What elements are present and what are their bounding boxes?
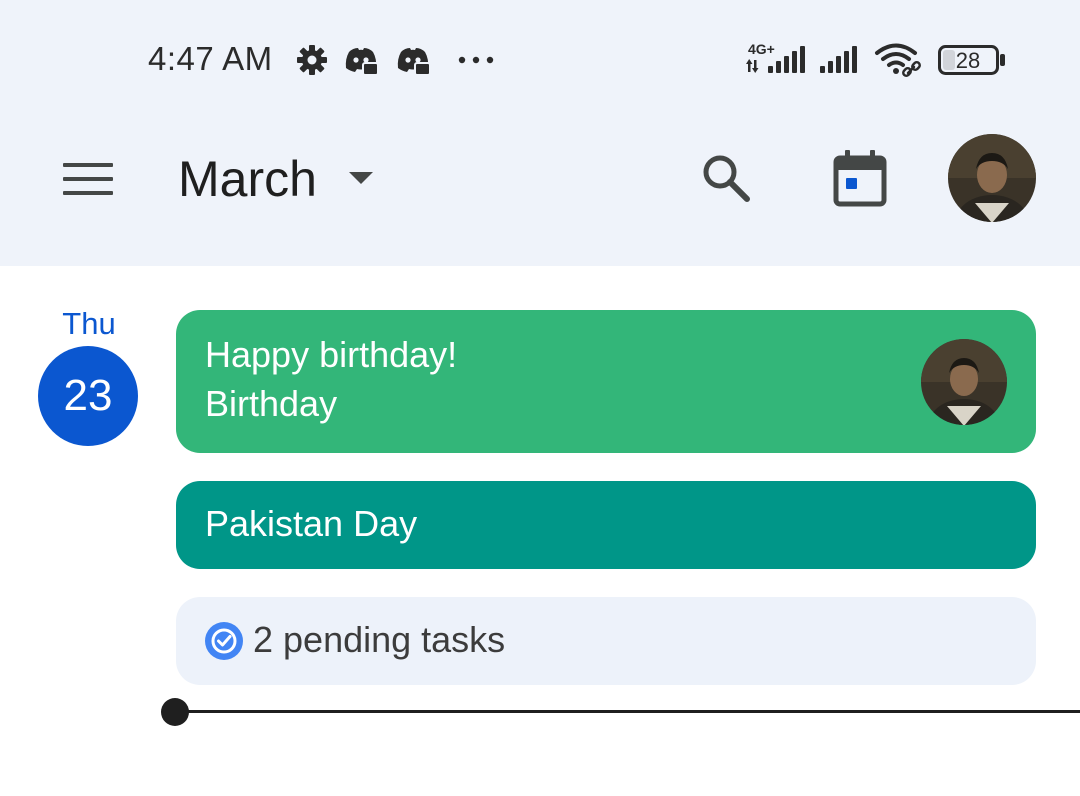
discord-icon <box>397 48 431 76</box>
current-time-line <box>176 710 1080 713</box>
day-date[interactable]: 23 <box>38 346 138 446</box>
wifi-icon <box>875 43 921 77</box>
avatar[interactable] <box>947 133 1037 223</box>
more-icon <box>458 56 494 64</box>
month-selector[interactable]: March <box>178 150 317 208</box>
avatar <box>921 339 1007 425</box>
event-card-pakistan-day[interactable]: Pakistan Day <box>176 481 1036 569</box>
status-time: 4:47 AM <box>148 40 273 77</box>
battery-level: 28 <box>955 48 981 73</box>
pending-tasks-label: 2 pending tasks <box>253 619 506 660</box>
event-title: Happy birthday! <box>205 334 458 375</box>
search-icon[interactable] <box>700 152 752 204</box>
menu-icon[interactable] <box>60 160 116 200</box>
signal-icon <box>820 46 857 73</box>
task-check-icon <box>205 622 243 660</box>
signal-icon <box>746 46 805 73</box>
today-calendar-icon[interactable] <box>832 150 888 208</box>
gear-icon <box>297 45 327 75</box>
event-title: Pakistan Day <box>205 503 418 544</box>
dropdown-caret-icon[interactable] <box>348 170 374 186</box>
day-weekday: Thu <box>62 306 116 341</box>
discord-icon <box>345 48 379 76</box>
current-time-dot <box>161 698 189 726</box>
event-subtitle: Birthday <box>205 383 338 424</box>
pending-tasks-chip[interactable]: 2 pending tasks <box>176 597 1036 685</box>
event-card-birthday[interactable]: Happy birthday! Birthday <box>176 310 1036 453</box>
